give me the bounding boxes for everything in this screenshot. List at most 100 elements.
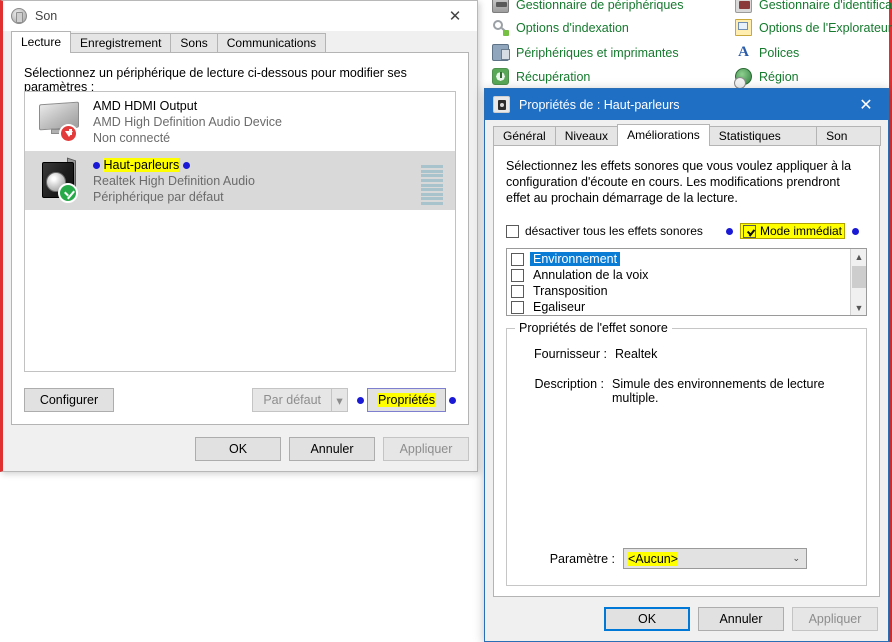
playback-device-list[interactable]: AMD HDMI Output AMD High Definition Audi…: [24, 91, 456, 372]
parameter-select[interactable]: <Aucun> ⌄: [623, 548, 807, 569]
close-icon[interactable]: ✕: [433, 1, 477, 31]
instruction-text: Sélectionnez un périphérique de lecture …: [24, 66, 407, 94]
control-panel-item-region[interactable]: Région: [734, 68, 799, 89]
control-panel-item-explorer-options[interactable]: Options de l'Explorateur: [735, 19, 892, 36]
description-label: Description :: [534, 377, 604, 391]
disable-all-effects-label: désactiver tous les effets sonores: [525, 224, 703, 238]
description-row: Description : Simule des environnements …: [515, 377, 866, 405]
effect-properties-legend: Propriétés de l'effet sonore: [515, 321, 672, 335]
set-default-split-button[interactable]: Par défaut ▾: [252, 388, 348, 412]
control-panel-item-devices-printers[interactable]: Périphériques et imprimantes: [492, 44, 679, 61]
chevron-down-icon[interactable]: ▾: [331, 388, 348, 412]
sound-window-titlebar: Son ✕: [3, 1, 477, 31]
tab-niveaux[interactable]: Niveaux: [554, 126, 619, 146]
effect-checkbox[interactable]: [511, 284, 524, 298]
provider-value: Realtek: [615, 347, 658, 361]
disconnected-badge: [59, 123, 78, 143]
tab-statistiques-avancees[interactable]: Statistiques avancées: [708, 126, 818, 162]
set-default-button[interactable]: Par défaut: [252, 388, 331, 412]
table-row[interactable]: AMD HDMI Output AMD High Definition Audi…: [25, 92, 455, 151]
speaker-properties-dialog: Propriétés de : Haut-parleurs ✕ Général …: [484, 88, 889, 642]
provider-label: Fournisseur :: [534, 347, 607, 361]
parameter-row: Paramètre : <Aucun> ⌄: [523, 548, 850, 569]
control-panel-item-label: Polices: [759, 45, 800, 60]
list-item[interactable]: Transposition: [511, 283, 850, 299]
list-item[interactable]: Egaliseur: [511, 299, 850, 315]
properties-tabstrip: Général Niveaux Améliorations Statistiqu…: [493, 124, 881, 162]
list-item[interactable]: Annulation de la voix: [511, 267, 850, 283]
sound-effects-list[interactable]: Environnement Annulation de la voix Tran…: [506, 248, 867, 316]
tab-general[interactable]: Général: [493, 126, 556, 146]
device-action-buttons: Configurer Par défaut ▾ Propriétés: [24, 388, 456, 412]
annotation-dot-left: [357, 396, 365, 404]
effect-checkbox[interactable]: [511, 252, 524, 266]
control-panel-item-credential-manager[interactable]: Gestionnaire d'identificat: [735, 0, 892, 13]
ok-button[interactable]: OK: [604, 607, 690, 631]
scroll-up-icon[interactable]: ▲: [851, 249, 867, 264]
close-icon[interactable]: ✕: [844, 89, 888, 120]
apply-button[interactable]: Appliquer: [792, 607, 878, 631]
immediate-mode-group[interactable]: Mode immédiat: [739, 223, 845, 239]
properties-button[interactable]: Propriétés: [367, 388, 446, 412]
control-panel-item-device-manager[interactable]: Gestionnaire de périphériques: [492, 0, 683, 13]
control-panel-item-label: Gestionnaire de périphériques: [516, 0, 684, 12]
control-panel-item-label: Gestionnaire d'identificat: [759, 0, 892, 12]
effect-properties-group: Propriétés de l'effet sonore Fournisseur…: [506, 321, 867, 586]
tab-ameliorations[interactable]: Améliorations: [617, 124, 710, 146]
control-panel-item-fonts[interactable]: A Polices: [735, 44, 799, 61]
effect-label: Environnement: [530, 252, 621, 266]
effect-label: Transposition: [533, 284, 608, 298]
control-panel-item-recovery[interactable]: Récupération: [492, 68, 590, 85]
control-panel-item-label: Périphériques et imprimantes: [516, 45, 679, 60]
scroll-down-icon[interactable]: ▼: [851, 300, 867, 315]
control-panel-item-indexing-options[interactable]: Options d'indexation: [492, 19, 629, 36]
immediate-mode-label: Mode immédiat: [759, 224, 842, 238]
explorer-options-icon: [735, 19, 752, 36]
tab-enregistrement[interactable]: Enregistrement: [70, 33, 172, 53]
disable-all-effects-checkbox[interactable]: [506, 224, 519, 238]
effect-label: Annulation de la voix: [533, 268, 649, 282]
properties-dialog-title: Propriétés de : Haut-parleurs: [519, 97, 680, 112]
enhancement-toggles-row: désactiver tous les effets sonores Mode …: [506, 222, 867, 240]
sound-tabstrip: Lecture Enregistrement Sons Communicatio…: [11, 31, 469, 53]
ok-button[interactable]: OK: [195, 437, 281, 461]
cancel-button[interactable]: Annuler: [289, 437, 375, 461]
apply-button[interactable]: Appliquer: [383, 437, 469, 461]
tab-lecture[interactable]: Lecture: [11, 31, 72, 53]
scrollbar-thumb[interactable]: [852, 266, 866, 288]
device-status: Périphérique par défaut: [93, 189, 224, 204]
chevron-down-icon[interactable]: ⌄: [792, 553, 800, 564]
device-driver: Realtek High Definition Audio: [93, 173, 255, 188]
annotation-dot-left: [725, 227, 733, 235]
lecture-tab-panel: Sélectionnez un périphérique de lecture …: [11, 52, 469, 425]
immediate-mode-checkbox[interactable]: [742, 224, 756, 238]
tab-communications[interactable]: Communications: [216, 33, 327, 53]
effect-checkbox[interactable]: [511, 300, 524, 314]
cancel-button[interactable]: Annuler: [698, 607, 784, 631]
screen: Gestionnaire de périphériques Options d'…: [0, 0, 892, 642]
credential-manager-icon: [735, 0, 752, 13]
effect-checkbox[interactable]: [511, 268, 524, 282]
effect-label: Egaliseur: [533, 300, 586, 314]
tab-son-spatial[interactable]: Son spatial: [816, 126, 881, 162]
sound-window-title: Son: [35, 9, 58, 23]
annotation-dot-right: [449, 396, 456, 404]
recovery-icon: [492, 68, 509, 85]
speaker-icon: [37, 157, 85, 203]
list-item[interactable]: Environnement: [511, 251, 850, 267]
properties-button-group: Propriétés: [357, 388, 456, 412]
fonts-icon: A: [738, 44, 749, 60]
sound-window: Son ✕ Lecture Enregistrement Sons Commun…: [0, 0, 478, 472]
region-icon: [734, 68, 752, 89]
indexing-options-icon: [492, 19, 509, 36]
annotation-dot-left: [93, 161, 100, 169]
device-driver: AMD High Definition Audio Device: [93, 114, 282, 129]
effects-list-scrollbar[interactable]: ▲ ▼: [850, 249, 866, 315]
table-row[interactable]: Haut-parleurs Realtek High Definition Au…: [25, 151, 455, 210]
tab-sons[interactable]: Sons: [170, 33, 218, 53]
control-panel-item-label: Récupération: [516, 69, 591, 84]
configure-button[interactable]: Configurer: [24, 388, 114, 412]
device-status: Non connecté: [93, 130, 171, 145]
parameter-value: <Aucun>: [628, 551, 679, 566]
volume-meter: [421, 165, 443, 205]
